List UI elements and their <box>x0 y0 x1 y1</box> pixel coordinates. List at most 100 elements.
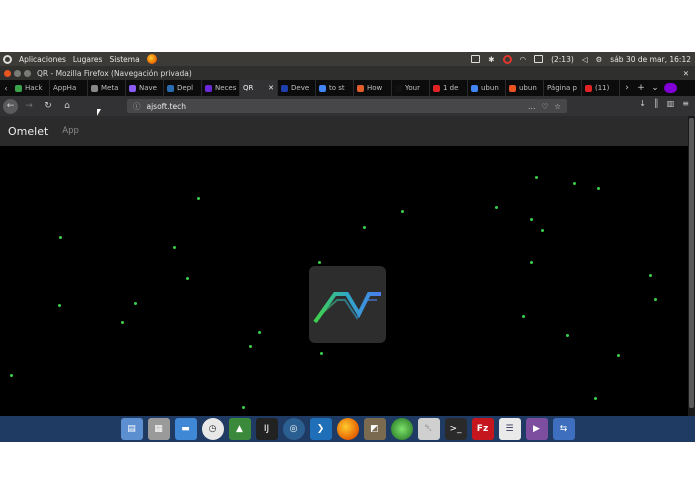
clock[interactable]: sáb 30 de mar, 16:12 <box>610 55 691 64</box>
window-minimize-button[interactable] <box>14 69 21 77</box>
tab-your[interactable]: Your <box>392 80 430 96</box>
camera-icon[interactable] <box>471 55 481 63</box>
bluetooth-icon[interactable]: ✱ <box>488 55 494 64</box>
particle-dot <box>242 406 245 409</box>
particle-dot <box>10 374 13 377</box>
home-button[interactable]: ⌂ <box>59 98 75 114</box>
bookmark-star-icon[interactable]: ☆ <box>554 102 561 111</box>
tab-1-de[interactable]: 1 de <box>430 80 468 96</box>
tab-how[interactable]: How <box>354 80 392 96</box>
particle-dot <box>58 304 61 307</box>
window-close-button[interactable] <box>4 69 11 77</box>
firefox-icon[interactable] <box>336 418 359 440</box>
clock-icon[interactable]: ◷ <box>201 418 224 440</box>
page-scrollbar[interactable] <box>688 116 695 416</box>
hamburger-menu-icon[interactable]: ≡ <box>682 99 689 108</box>
archive-icon[interactable]: ▦ <box>147 418 170 440</box>
url-bar[interactable]: ⓘ ajsoft.tech … ♡ ☆ <box>127 99 567 113</box>
intellij-icon[interactable]: IJ <box>255 418 278 440</box>
particle-dot <box>530 218 533 221</box>
text-editor-icon[interactable]: ☰ <box>498 418 521 440</box>
battery-icon[interactable] <box>534 55 544 63</box>
workspace-icon[interactable]: ⇆ <box>552 418 575 440</box>
volume-icon[interactable]: ◁ <box>582 55 588 64</box>
particle-dot <box>134 302 137 305</box>
tab-favicon-icon <box>471 84 478 92</box>
firefox-launcher-icon[interactable] <box>146 54 157 64</box>
window-close-x-icon[interactable]: ✕ <box>683 69 695 78</box>
wifi-icon[interactable]: ◠ <box>520 55 527 64</box>
media-player-icon[interactable]: ▶ <box>525 418 548 440</box>
tab-favicon-icon <box>395 84 402 92</box>
nav-toolbar: ← → ↻ ⌂ ⓘ ajsoft.tech … ♡ ☆ ↓ ║ ▥ ≡ <box>0 96 695 116</box>
terminal-icon[interactable]: >_ <box>444 418 467 440</box>
settings-gear-icon[interactable]: ⚙ <box>596 55 603 64</box>
site-info-icon[interactable]: ⓘ <box>133 101 141 112</box>
scrollbar-thumb[interactable] <box>689 118 694 408</box>
url-text[interactable]: ajsoft.tech <box>147 102 186 111</box>
pocket-icon[interactable]: ♡ <box>542 102 549 111</box>
tab-ubun-2[interactable]: ubun <box>506 80 544 96</box>
tab-ubun-1[interactable]: ubun <box>468 80 506 96</box>
tab-nave[interactable]: Nave <box>126 80 164 96</box>
back-button[interactable]: ← <box>3 98 18 114</box>
tab-favicon-icon <box>433 84 440 92</box>
tab-pagina[interactable]: Página p <box>544 80 582 96</box>
tabs-scroll-left-icon[interactable]: ‹ <box>0 80 12 96</box>
browser-icon[interactable]: ◎ <box>282 418 305 440</box>
tab-qr-active[interactable]: QR ✕ <box>240 80 278 96</box>
particle-dot <box>654 298 657 301</box>
tab-favicon-icon <box>15 84 22 92</box>
green-orb-icon[interactable] <box>390 418 413 440</box>
tab-favicon-icon <box>129 84 136 92</box>
tabs-scroll-right-icon[interactable]: › <box>620 80 634 96</box>
tab-list-chevron-icon[interactable]: ⌄ <box>648 80 662 96</box>
filezilla-icon[interactable]: Fz <box>471 418 494 440</box>
library-icon[interactable]: ║ <box>654 99 659 108</box>
menu-aplicaciones[interactable]: Aplicaciones <box>19 55 66 64</box>
tab-deve[interactable]: Deve <box>278 80 316 96</box>
menu-lugares[interactable]: Lugares <box>73 55 103 64</box>
window-maximize-button[interactable] <box>24 69 31 77</box>
particle-dot <box>197 197 200 200</box>
tab-appha[interactable]: AppHa <box>50 80 88 96</box>
vscode-icon[interactable]: ❯ <box>309 418 332 440</box>
tab-favicon-icon <box>167 84 174 92</box>
particle-dot <box>318 261 321 264</box>
particle-dot <box>173 246 176 249</box>
new-tab-button[interactable]: + <box>634 80 648 96</box>
tab-favicon-icon <box>357 84 364 92</box>
record-icon[interactable] <box>502 54 512 64</box>
tab-neces[interactable]: Neces <box>202 80 240 96</box>
image-editor-icon[interactable]: ◩ <box>363 418 386 440</box>
downloads-icon[interactable]: ↓ <box>639 99 646 108</box>
page-actions-icon[interactable]: … <box>528 102 536 111</box>
sidebar-icon[interactable]: ▥ <box>667 99 675 108</box>
dock-bar: ▤ ▦ ▬ ◷ ▲ IJ ◎ ❯ ◩ ␡ >_ Fz ☰ ▶ ⇆ <box>0 416 695 442</box>
page-content: Omelet App <box>0 116 688 442</box>
window-titlebar: QR - Mozilla Firefox (Navegación privada… <box>0 66 695 80</box>
tab-to-st[interactable]: to st <box>316 80 354 96</box>
folder-icon[interactable]: ▬ <box>174 418 197 440</box>
tab-11[interactable]: (11) <box>582 80 620 96</box>
tab-favicon-icon <box>205 84 212 92</box>
menu-sistema[interactable]: Sistema <box>109 55 139 64</box>
tab-depl[interactable]: Depl <box>164 80 202 96</box>
files-icon[interactable]: ▤ <box>120 418 143 440</box>
forward-button[interactable]: → <box>21 98 37 114</box>
particle-dot <box>535 176 538 179</box>
mouse-cursor <box>97 109 101 116</box>
trash-icon[interactable]: ␡ <box>417 418 440 440</box>
tab-hack[interactable]: Hack <box>12 80 50 96</box>
particle-dot <box>249 345 252 348</box>
tab-favicon-icon <box>319 84 326 92</box>
reload-button[interactable]: ↻ <box>40 98 56 114</box>
tab-meta[interactable]: Meta <box>88 80 126 96</box>
android-studio-icon[interactable]: ▲ <box>228 418 251 440</box>
site-brand[interactable]: Omelet <box>0 125 48 138</box>
ubuntu-logo-icon[interactable] <box>3 54 12 64</box>
tab-close-icon[interactable]: ✕ <box>268 84 274 92</box>
nav-link-app[interactable]: App <box>62 126 79 136</box>
screenshot-frame: Aplicaciones Lugares Sistema ✱ ◠ (2:13) … <box>0 52 695 442</box>
particle-dot <box>320 352 323 355</box>
